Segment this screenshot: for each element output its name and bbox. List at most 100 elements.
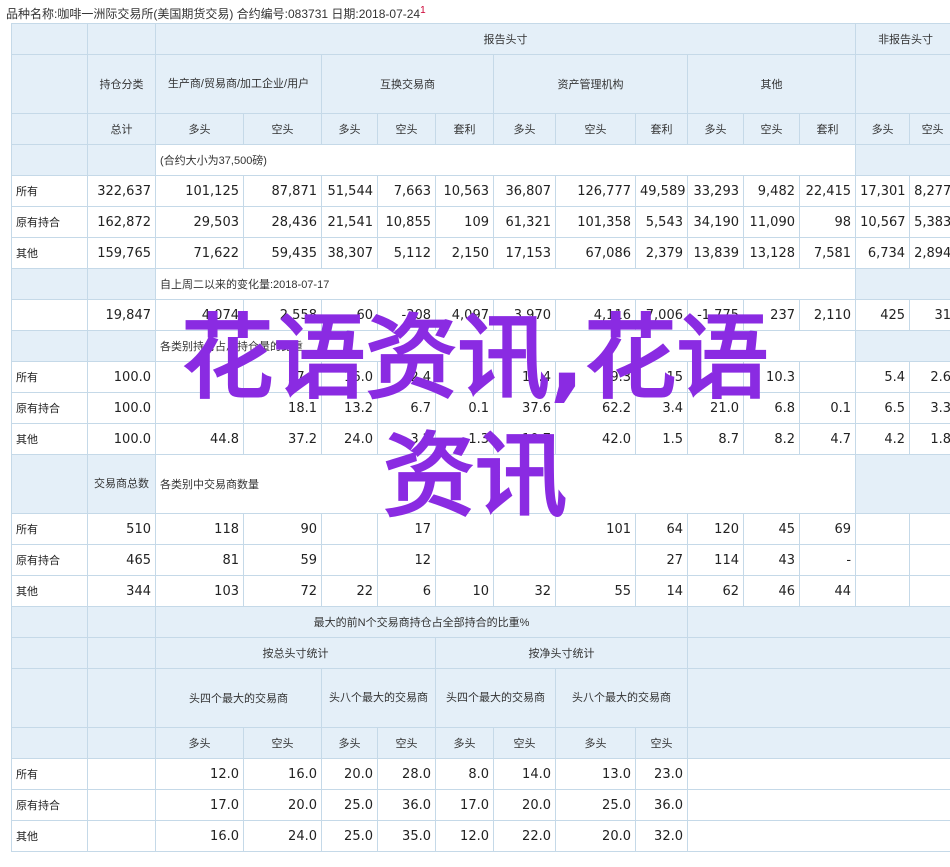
row-label: 其他 [11,237,88,269]
empty-cell [909,544,950,576]
header-top4: 头四个最大的交易商 [435,668,556,728]
header-mark: 1 [420,5,426,16]
position-value: 101,358 [555,206,636,238]
change-value: -1,775 [687,299,744,331]
header-blank [11,668,88,728]
table-row: 19,847 4,074 2,558 -60 -308 4,097 3,970 4,116 7,… [11,299,950,331]
trader-count-value: 44 [798,575,857,607]
table-row: 原有持合 162,872 29,503 28,436 21,541 10,855 109 61… [11,206,950,238]
trader-count-value: 43 [743,544,800,576]
header-blank [11,454,88,514]
header-blank [11,144,88,176]
position-value: 2,894 [909,237,950,269]
header-position-class: 持仓分类 [87,54,156,114]
position-value: 61,321 [493,206,556,238]
header-blank [11,637,88,669]
table-row: 自上周二以来的变化量:2018-07-17 [11,268,950,300]
trader-count-value [493,513,556,545]
trader-count-value: 344 [87,575,156,607]
concentration-value: 16.0 [243,758,322,790]
percent-value: 62.2 [555,392,636,424]
change-value: 4,074 [155,299,244,331]
percent-value: 0.1 [798,392,857,424]
trader-count-value: 69 [798,513,857,545]
position-value: 87,871 [243,175,322,207]
trader-count-value [493,544,556,576]
table-row: 交易商总数 各类别中交易商数量 [11,454,950,514]
header-money-manager: 资产管理机构 [493,54,688,114]
percent-value: 8.7 [687,423,744,455]
change-value: 2,110 [798,299,857,331]
header-short: 空头 [493,727,556,759]
change-value: 237 [743,299,800,331]
header-blank [855,454,950,514]
trader-count-value: 10 [435,575,494,607]
header-blank [686,637,950,669]
header-net: 按净头寸统计 [435,637,688,669]
header-blank [11,268,88,300]
section-note: 各类别持仓占总持仓量的比重 [154,330,857,362]
trader-count-value [435,513,494,545]
header-blank [855,144,950,176]
concentration-value: 24.0 [243,820,322,852]
trader-count-value: 120 [687,513,744,545]
concentration-value: 12.0 [155,758,244,790]
header-long: 多头 [435,727,494,759]
header-blank [87,637,156,669]
header-blank [87,23,156,55]
trader-count-value: 114 [687,544,744,576]
trader-count-value: 62 [687,575,744,607]
percent-value: 100.0 [87,392,156,424]
change-value: -60 [321,299,378,331]
trader-count-value: 55 [555,575,636,607]
concentration-value: 20.0 [555,820,636,852]
position-value: 17,153 [493,237,556,269]
header-blank [11,113,88,145]
percent-value: 24.0 [321,423,378,455]
position-value: 109 [435,206,494,238]
header-blank [87,668,156,728]
position-value: 126,777 [555,175,636,207]
table-row: 其他 159,765 71,622 59,435 38,307 5,112 2,150 17,… [11,237,950,269]
percent-value [798,361,857,393]
header-short: 空头 [555,113,636,145]
header-top4: 头四个最大的交易商 [155,668,322,728]
position-value: 5,543 [635,206,688,238]
percent-value: 1.5 [635,423,688,455]
table-row: 持仓分类 生产商/贸易商/加工企业/用户 互换交易商 资产管理机构 其他 [11,54,950,114]
header-producer: 生产商/贸易商/加工企业/用户 [155,54,322,114]
position-value: 6,734 [855,237,911,269]
row-label: 其他 [11,423,88,455]
percent-value: 6.5 [855,392,911,424]
percent-value: 100.0 [87,361,156,393]
percent-value: 3.4 [635,392,688,424]
concentration-value: 28.0 [377,758,436,790]
trader-count-value: 118 [155,513,244,545]
change-value: 31 [909,299,950,331]
trader-count-value: 59 [243,544,322,576]
concentration-value: 20.0 [493,789,556,821]
header-blank [855,54,950,114]
table-row: 所有 100.0 27.2 16.0 2.4 11.4 39.3 15 10.3 5.4 2.6 [11,361,950,393]
empty-cell [87,820,156,852]
concentration-value: 20.0 [321,758,378,790]
section-note: 自上周二以来的变化量:2018-07-17 [154,268,857,300]
empty-cell [87,789,156,821]
header-long: 多头 [555,727,636,759]
trader-count-value: 103 [155,575,244,607]
concentration-value: 22.0 [493,820,556,852]
table-row: 最大的前N个交易商持仓占全部持合的比重% [11,606,950,638]
header-blank [855,268,950,300]
concentration-value: 25.0 [555,789,636,821]
header-long: 多头 [493,113,556,145]
empty-cell [686,789,950,821]
trader-count-value: 12 [377,544,436,576]
percent-value: 10.7 [493,423,556,455]
header-blank [11,606,88,638]
concentration-value: 25.0 [321,789,378,821]
table-row: 所有 322,637 101,125 87,871 51,544 7,663 10,563 3… [11,175,950,207]
header-spread: 套利 [435,113,494,145]
table-row: 其他 16.0 24.0 25.0 35.0 12.0 22.0 20.0 32.0 [11,820,950,852]
concentration-value: 23.0 [635,758,688,790]
table-row: 总计 多头 空头 多头 空头 套利 多头 空头 套利 多头 空头 套利 多头 空头 [11,113,950,145]
